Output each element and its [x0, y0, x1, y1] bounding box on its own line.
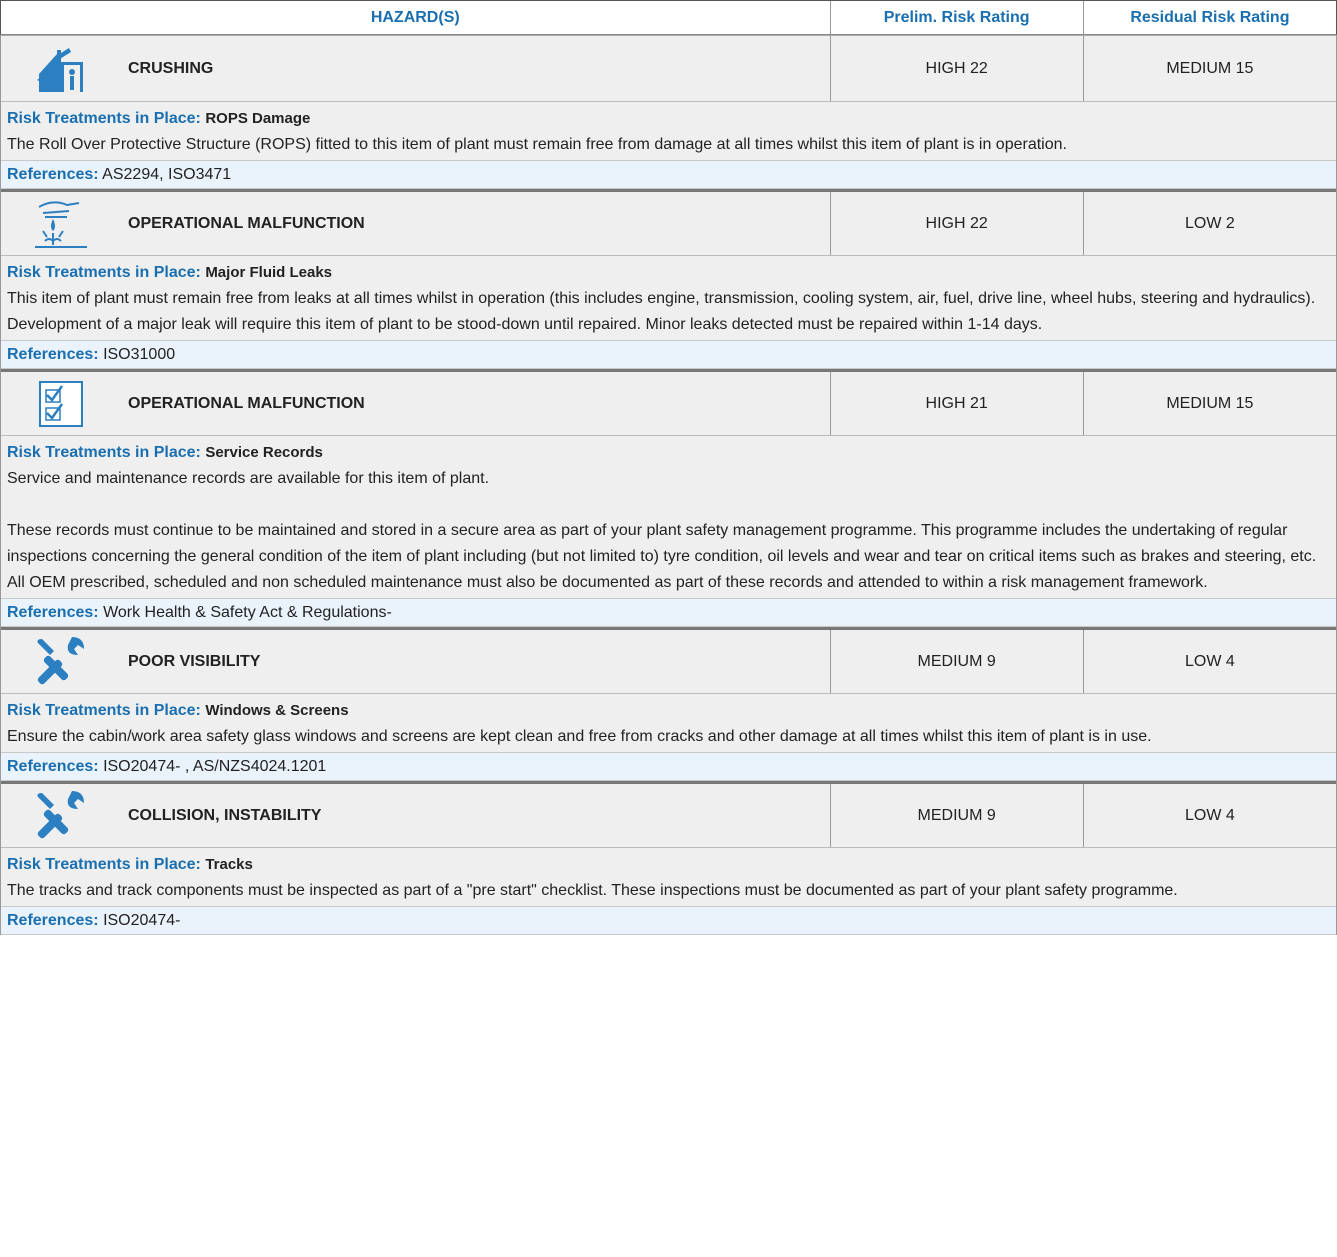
references-value: AS2294, ISO3471 [102, 166, 232, 183]
references-label: References: [7, 758, 99, 775]
hazard-name: OPERATIONAL MALFUNCTION [128, 214, 365, 232]
hazard-block: CRUSHING HIGH 22 MEDIUM 15 Risk Treatmen… [0, 35, 1337, 189]
treatment-label: Risk Treatments in Place: [7, 702, 201, 719]
hazard-row: OPERATIONAL MALFUNCTION HIGH 22 LOW 2 [1, 189, 1336, 256]
references-label: References: [7, 166, 99, 183]
treatment-name: ROPS Damage [205, 110, 311, 127]
references-value: ISO20474- [103, 912, 181, 929]
references-value: Work Health & Safety Act & Regulations- [103, 604, 392, 621]
prelim-rating: HIGH 21 [831, 372, 1084, 435]
hazard-cell: POOR VISIBILITY [1, 630, 831, 693]
hazard-block: OPERATIONAL MALFUNCTION HIGH 21 MEDIUM 1… [0, 369, 1337, 627]
treatment-text: This item of plant must remain free from… [7, 290, 1316, 333]
hazard-name: OPERATIONAL MALFUNCTION [128, 394, 365, 412]
fluid-leak-icon [23, 193, 99, 255]
prelim-rating: MEDIUM 9 [831, 630, 1084, 693]
risk-treatment: Risk Treatments in Place: Service Record… [1, 436, 1336, 599]
hazard-name: POOR VISIBILITY [128, 652, 261, 670]
prelim-rating: MEDIUM 9 [831, 784, 1084, 847]
prelim-rating: HIGH 22 [831, 192, 1084, 255]
checklist-icon [23, 373, 99, 435]
header-residual-rating: Residual Risk Rating [1130, 8, 1290, 26]
references-label: References: [7, 346, 99, 363]
risk-treatment: Risk Treatments in Place: Tracks The tra… [1, 848, 1336, 907]
risk-treatment: Risk Treatments in Place: ROPS Damage Th… [1, 102, 1336, 161]
hazard-block: OPERATIONAL MALFUNCTION HIGH 22 LOW 2 Ri… [0, 189, 1337, 369]
treatment-name: Windows & Screens [205, 702, 349, 719]
hazard-cell: OPERATIONAL MALFUNCTION [1, 372, 831, 435]
crushing-icon [23, 38, 99, 100]
treatment-text: The tracks and track components must be … [7, 882, 1178, 899]
header-hazard: HAZARD(S) [1, 1, 831, 34]
treatment-text: Ensure the cabin/work area safety glass … [7, 728, 1152, 745]
hazard-row: OPERATIONAL MALFUNCTION HIGH 21 MEDIUM 1… [1, 369, 1336, 436]
treatment-label: Risk Treatments in Place: [7, 110, 201, 127]
hazard-block: POOR VISIBILITY MEDIUM 9 LOW 4 Risk Trea… [0, 627, 1337, 781]
risk-treatment: Risk Treatments in Place: Windows & Scre… [1, 694, 1336, 753]
references-value: ISO31000 [103, 346, 176, 363]
hazard-block: COLLISION, INSTABILITY MEDIUM 9 LOW 4 Ri… [0, 781, 1337, 935]
residual-rating: LOW 4 [1184, 806, 1235, 824]
hazard-cell: OPERATIONAL MALFUNCTION [1, 192, 831, 255]
references-row: References: AS2294, ISO3471 [1, 161, 1336, 189]
treatment-label: Risk Treatments in Place: [7, 856, 201, 873]
hazard-name: COLLISION, INSTABILITY [128, 806, 322, 824]
references-label: References: [7, 604, 99, 621]
header-prelim-rating: Prelim. Risk Rating [831, 1, 1084, 34]
residual-rating: MEDIUM 15 [1166, 394, 1254, 412]
hazard-cell: COLLISION, INSTABILITY [1, 784, 831, 847]
hazard-name: CRUSHING [128, 59, 214, 77]
references-row: References: ISO31000 [1, 341, 1336, 369]
references-row: References: ISO20474- , AS/NZS4024.1201 [1, 753, 1336, 781]
hazard-row: CRUSHING HIGH 22 MEDIUM 15 [1, 35, 1336, 102]
hazard-row: POOR VISIBILITY MEDIUM 9 LOW 4 [1, 627, 1336, 694]
treatment-name: Tracks [205, 856, 253, 873]
tools-icon [23, 631, 99, 693]
treatment-text: The Roll Over Protective Structure (ROPS… [7, 136, 1067, 153]
risk-treatment: Risk Treatments in Place: Major Fluid Le… [1, 256, 1336, 341]
treatment-name: Major Fluid Leaks [205, 264, 333, 281]
hazard-cell: CRUSHING [1, 36, 831, 101]
treatment-name: Service Records [205, 444, 323, 461]
residual-rating: MEDIUM 15 [1166, 59, 1254, 77]
hazard-row: COLLISION, INSTABILITY MEDIUM 9 LOW 4 [1, 781, 1336, 848]
risk-table: HAZARD(S) Prelim. Risk Rating Residual R… [0, 0, 1337, 935]
tools-icon [23, 785, 99, 847]
table-header: HAZARD(S) Prelim. Risk Rating Residual R… [0, 0, 1337, 35]
treatment-label: Risk Treatments in Place: [7, 264, 201, 281]
references-value: ISO20474- , AS/NZS4024.1201 [103, 758, 327, 775]
residual-rating: LOW 2 [1184, 214, 1235, 232]
residual-rating: LOW 4 [1184, 652, 1235, 670]
references-row: References: ISO20474- [1, 907, 1336, 935]
treatment-label: Risk Treatments in Place: [7, 444, 201, 461]
references-row: References: Work Health & Safety Act & R… [1, 599, 1336, 627]
references-label: References: [7, 912, 99, 929]
prelim-rating: HIGH 22 [831, 36, 1084, 101]
treatment-text: Service and maintenance records are avai… [7, 470, 1317, 591]
